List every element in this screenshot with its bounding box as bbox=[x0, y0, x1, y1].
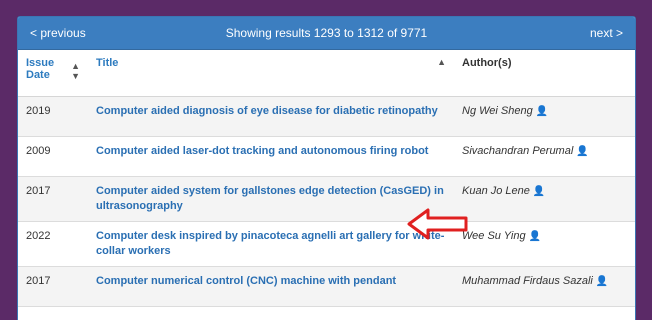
user-icon: 👤 bbox=[595, 275, 609, 287]
author-name: Muhammad Firdaus Sazali bbox=[462, 274, 593, 287]
author-cell: Muhammad Firdaus Sazali 👤 bbox=[454, 266, 635, 307]
user-icon: 👤 bbox=[528, 230, 542, 242]
issue-date-cell: 2022 bbox=[18, 221, 88, 267]
user-icon: 👤 bbox=[576, 145, 589, 157]
issue-date-label-line2: Date bbox=[26, 69, 50, 81]
item-title-link[interactable]: Computer aided diagnosis of eye disease … bbox=[96, 105, 438, 117]
issue-date-cell: 2019 bbox=[18, 96, 88, 137]
table-header-row: Issue Date ▲ ▼ Title ▲ Author(s) bbox=[18, 50, 635, 97]
pagination-bar: < previous Showing results 1293 to 1312 … bbox=[18, 17, 635, 50]
author-name: Ng Wei Sheng bbox=[462, 104, 533, 117]
issue-date-label-line1: Issue bbox=[26, 57, 55, 69]
results-table: Issue Date ▲ ▼ Title ▲ Author(s) 2019 Co… bbox=[18, 50, 635, 307]
title-header-label: Title bbox=[96, 57, 119, 69]
issue-date-cell: 2009 bbox=[18, 136, 88, 177]
author-header: Author(s) bbox=[454, 50, 635, 97]
issue-date-cell: 2017 bbox=[18, 176, 88, 222]
item-title-link[interactable]: Computer desk inspired by pinacoteca agn… bbox=[96, 230, 444, 257]
author-cell: Ng Wei Sheng 👤 bbox=[454, 96, 635, 137]
issue-date-cell: 2017 bbox=[18, 266, 88, 307]
table-row: 2017 Computer aided system for gallstone… bbox=[18, 176, 635, 222]
title-header[interactable]: Title ▲ bbox=[88, 50, 454, 97]
table-row: 2019 Computer aided diagnosis of eye dis… bbox=[18, 96, 635, 137]
author-cell: Wee Su Ying 👤 bbox=[454, 221, 635, 267]
item-title-link[interactable]: Computer numerical control (CNC) machine… bbox=[96, 275, 396, 287]
author-header-label: Author(s) bbox=[462, 57, 512, 69]
issue-date-header[interactable]: Issue Date ▲ ▼ bbox=[18, 50, 88, 97]
user-icon: 👤 bbox=[532, 185, 546, 197]
item-title-link[interactable]: Computer aided laser-dot tracking and au… bbox=[96, 145, 428, 157]
next-page-link[interactable]: next > bbox=[590, 26, 623, 40]
item-title-link[interactable]: Computer aided system for gallstones edg… bbox=[96, 185, 444, 212]
table-row: 2009 Computer aided laser-dot tracking a… bbox=[18, 136, 635, 177]
sort-both-icon[interactable]: ▲ ▼ bbox=[71, 61, 80, 81]
results-count: Showing results 1293 to 1312 of 9771 bbox=[225, 26, 428, 40]
author-name: Sivachandran Perumal bbox=[462, 144, 574, 157]
table-row: 2022 Computer desk inspired by pinacotec… bbox=[18, 221, 635, 267]
previous-page-link[interactable]: < previous bbox=[30, 26, 86, 40]
author-name: Kuan Jo Lene bbox=[462, 184, 530, 197]
sort-ascending-icon[interactable]: ▲ bbox=[437, 57, 446, 69]
table-row: 2017 Computer numerical control (CNC) ma… bbox=[18, 266, 635, 307]
author-cell: Sivachandran Perumal 👤 bbox=[454, 136, 635, 177]
author-name: Wee Su Ying bbox=[462, 229, 526, 242]
author-cell: Kuan Jo Lene 👤 bbox=[454, 176, 635, 222]
user-icon: 👤 bbox=[535, 105, 549, 117]
browse-results-panel: < previous Showing results 1293 to 1312 … bbox=[17, 16, 636, 320]
